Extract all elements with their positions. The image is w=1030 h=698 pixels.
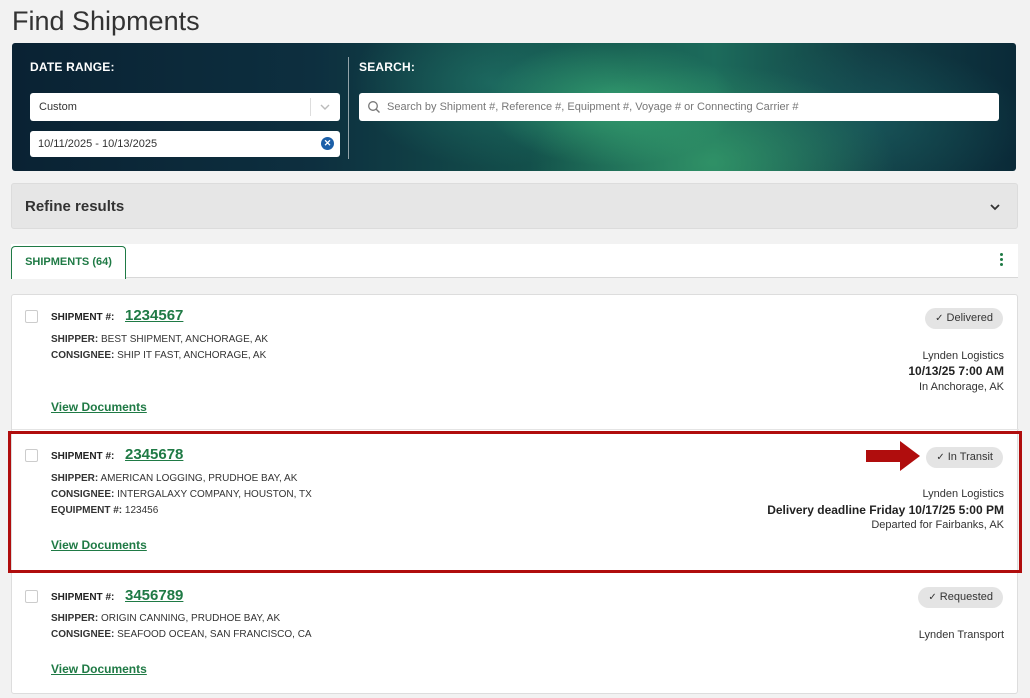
consignee-label: CONSIGNEE:	[51, 629, 115, 640]
clear-icon[interactable]: ✕	[321, 137, 334, 150]
status-text: Requested	[939, 591, 993, 603]
tab-shipments[interactable]: SHIPMENTS (64)	[11, 246, 126, 279]
shipper-line: SHIPPER: ORIGIN CANNING, PRUDHOE BAY, AK	[51, 613, 280, 624]
refine-results-label: Refine results	[25, 198, 125, 215]
shipper-label: SHIPPER:	[51, 473, 99, 484]
chevron-down-icon	[320, 104, 330, 110]
shipper-line: SHIPPER: AMERICAN LOGGING, PRUDHOE BAY, …	[51, 473, 297, 484]
equipment-label: EQUIPMENT #:	[51, 505, 123, 516]
shipper-value: ORIGIN CANNING, PRUDHOE BAY, AK	[101, 613, 281, 624]
select-checkbox[interactable]	[25, 590, 38, 603]
view-documents-link[interactable]: View Documents	[51, 400, 147, 414]
consignee-value: INTERGALAXY COMPANY, HOUSTON, TX	[117, 489, 312, 500]
shipper-label: SHIPPER:	[51, 613, 99, 624]
search-icon	[368, 101, 380, 113]
refine-results-panel[interactable]: Refine results	[11, 183, 1018, 229]
page-title: Find Shipments	[12, 6, 200, 36]
arrow-right-icon	[866, 441, 920, 471]
filter-divider	[348, 57, 349, 159]
check-icon: ✓	[935, 313, 944, 324]
search-input[interactable]	[387, 93, 987, 121]
select-checkbox[interactable]	[25, 310, 38, 323]
shipment-card: SHIPMENT #: 1234567 SHIPPER: BEST SHIPME…	[12, 295, 1019, 430]
shipper-line: SHIPPER: BEST SHIPMENT, ANCHORAGE, AK	[51, 334, 268, 345]
tab-bar: SHIPMENTS (64)	[11, 244, 1018, 279]
view-documents-link[interactable]: View Documents	[51, 538, 147, 552]
consignee-line: CONSIGNEE: SEAFOOD OCEAN, SAN FRANCISCO,…	[51, 629, 312, 640]
status-badge: ✓ Delivered	[925, 308, 1003, 329]
select-checkbox[interactable]	[25, 449, 38, 462]
check-icon: ✓	[928, 592, 937, 603]
consignee-line: CONSIGNEE: INTERGALAXY COMPANY, HOUSTON,…	[51, 489, 312, 500]
date-range-value: 10/11/2025 - 10/13/2025	[38, 138, 158, 150]
carrier-name: Lynden Logistics	[922, 350, 1004, 362]
date-range-field[interactable]: 10/11/2025 - 10/13/2025 ✕	[30, 131, 340, 157]
shipper-value: BEST SHIPMENT, ANCHORAGE, AK	[101, 334, 269, 345]
search-panel: DATE RANGE: Custom 10/11/2025 - 10/13/20…	[12, 43, 1016, 171]
status-datetime: Delivery deadline Friday 10/17/25 5:00 P…	[767, 503, 1004, 517]
shipment-number-link[interactable]: 2345678	[125, 446, 183, 463]
equipment-line: EQUIPMENT #: 123456	[51, 505, 158, 516]
date-range-label: DATE RANGE:	[30, 60, 115, 74]
status-text: Delivered	[946, 312, 993, 324]
status-badge: ✓ Requested	[918, 587, 1003, 608]
consignee-label: CONSIGNEE:	[51, 489, 115, 500]
date-range-select[interactable]: Custom	[30, 93, 340, 121]
consignee-value: SEAFOOD OCEAN, SAN FRANCISCO, CA	[117, 629, 312, 640]
date-range-selected: Custom	[39, 101, 77, 113]
status-text: In Transit	[947, 451, 993, 463]
consignee-line: CONSIGNEE: SHIP IT FAST, ANCHORAGE, AK	[51, 350, 266, 361]
shipment-label: SHIPMENT #:	[51, 451, 115, 462]
shipment-number-link[interactable]: 1234567	[125, 307, 183, 324]
status-location: In Anchorage, AK	[918, 381, 1004, 393]
shipment-list: SHIPMENT #: 1234567 SHIPPER: BEST SHIPME…	[11, 294, 1019, 694]
status-datetime: 10/13/25 7:00 AM	[908, 364, 1004, 378]
shipper-value: AMERICAN LOGGING, PRUDHOE BAY, AK	[100, 473, 298, 484]
status-location: Departed for Fairbanks, AK	[871, 519, 1004, 531]
shipment-label: SHIPMENT #:	[51, 312, 115, 323]
carrier-name: Lynden Logistics	[922, 488, 1004, 500]
consignee-value: SHIP IT FAST, ANCHORAGE, AK	[117, 350, 267, 361]
equipment-value: 123456	[124, 505, 159, 516]
search-box[interactable]	[359, 93, 999, 121]
check-icon: ✓	[936, 452, 945, 463]
shipper-label: SHIPPER:	[51, 334, 99, 345]
chevron-down-icon[interactable]	[988, 200, 1002, 214]
kebab-menu-icon[interactable]	[998, 253, 1004, 269]
shipment-label: SHIPMENT #:	[51, 592, 115, 603]
select-divider	[310, 98, 311, 116]
shipment-card: SHIPMENT #: 3456789 SHIPPER: ORIGIN CANN…	[12, 576, 1019, 694]
search-label: SEARCH:	[359, 60, 416, 74]
view-documents-link[interactable]: View Documents	[51, 662, 147, 676]
shipment-number-link[interactable]: 3456789	[125, 587, 183, 604]
carrier-name: Lynden Transport	[918, 629, 1004, 641]
status-badge: ✓ In Transit	[926, 447, 1003, 468]
consignee-label: CONSIGNEE:	[51, 350, 115, 361]
